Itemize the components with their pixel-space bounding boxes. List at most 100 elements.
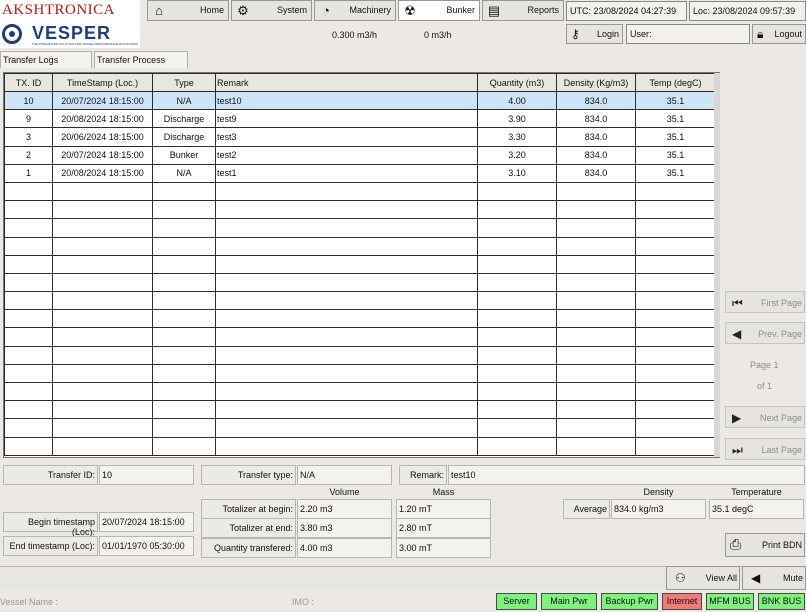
cell-density [556, 291, 636, 311]
company-name: AKSHTRONICA [2, 2, 116, 18]
logout-button[interactable]: 🔒︎ Logout [752, 24, 806, 44]
cell-type [152, 218, 216, 238]
nav-system-button[interactable]: ⚙ System [231, 0, 312, 21]
table-row[interactable] [4, 400, 716, 420]
col-header-txid[interactable]: TX. ID [4, 73, 53, 92]
print-bdn-label: Print BDN [761, 540, 802, 550]
cell-temp: 35.1 [635, 163, 716, 183]
view-all-button[interactable]: ⚇ View All [666, 566, 740, 590]
table-row[interactable] [4, 363, 716, 384]
first-page-button[interactable]: ⏮︎ First Page [725, 291, 805, 313]
print-icon: ⎙ [730, 536, 742, 552]
indicator-mfm-bus: MFM BUS [706, 593, 754, 610]
cell-density [556, 436, 636, 456]
cell-quantity [477, 327, 557, 347]
table-row[interactable] [4, 345, 716, 365]
totalizer-end-mass: 2.80 mT [396, 518, 491, 538]
cell-quantity: 3.30 [477, 127, 557, 147]
cell-quantity: 3.10 [477, 163, 557, 183]
cell-temp [635, 436, 716, 456]
vessel-name-label: Vessel Name : [0, 597, 59, 607]
print-bdn-button[interactable]: ⎙ Print BDN [725, 533, 805, 557]
cell-remark [215, 363, 478, 384]
table-row[interactable]: 3 20/06/2024 18:15:00 Discharge test3 3.30 83… [4, 127, 716, 147]
cell-quantity [477, 381, 557, 402]
table-row[interactable] [4, 218, 716, 238]
next-page-button[interactable]: ▶ Next Page [725, 406, 805, 428]
cell-txid: 10 [4, 90, 53, 111]
first-page-icon: ⏮︎ [732, 296, 743, 310]
cell-quantity: 3.90 [477, 109, 557, 129]
flow-rate-2: 0 m3/h [424, 30, 452, 40]
cell-density: 834.0 [556, 127, 636, 147]
key-icon: ⚷ [571, 27, 580, 41]
nav-home-button[interactable]: ⌂ Home [147, 0, 229, 21]
cell-density [556, 309, 636, 329]
table-row[interactable]: 1 20/08/2024 18:15:00 N/A test1 3.10 834.0 35.… [4, 163, 716, 183]
cell-txid [4, 309, 53, 329]
table-row[interactable] [4, 418, 716, 438]
cell-density: 834.0 [556, 163, 636, 183]
mute-label: Mute [782, 573, 803, 583]
prev-page-icon: ◀ [732, 327, 742, 341]
col-header-timestamp[interactable]: TimeStamp (Loc.) [52, 73, 153, 92]
cell-txid [4, 291, 53, 311]
table-row[interactable] [4, 309, 716, 329]
cell-temp [635, 200, 716, 220]
cell-quantity: 4.00 [477, 90, 557, 111]
cell-txid [4, 327, 53, 347]
cell-remark [215, 345, 478, 365]
col-header-type[interactable]: Type [152, 73, 216, 92]
col-header-quantity[interactable]: Quantity (m3) [477, 73, 557, 92]
cell-quantity [477, 400, 557, 420]
cell-density [556, 400, 636, 420]
prev-page-button[interactable]: ◀ Prev. Page [725, 322, 805, 344]
quantity-transferred-volume: 4.00 m3 [297, 538, 392, 558]
cell-type: N/A [152, 90, 216, 111]
table-row[interactable] [4, 200, 716, 220]
cell-quantity [477, 272, 557, 293]
cell-txid [4, 363, 53, 384]
table-row[interactable] [4, 327, 716, 347]
cell-quantity [477, 309, 557, 329]
tab-transfer-process[interactable]: Transfer Process [94, 51, 188, 68]
begin-timestamp-label: Begin timestamp (Loc): [3, 512, 98, 537]
col-header-remark[interactable]: Remark [215, 73, 478, 92]
table-row[interactable]: 2 20/07/2024 18:15:00 Bunker test2 3.20 834.0… [4, 145, 716, 165]
table-row[interactable] [4, 381, 716, 402]
cell-timestamp [52, 309, 153, 329]
cell-type [152, 363, 216, 384]
table-scrollbar[interactable] [714, 73, 720, 457]
table-row[interactable] [4, 236, 716, 256]
cell-density [556, 200, 636, 220]
table-row[interactable]: 10 20/07/2024 18:15:00 N/A test10 4.00 834.0 3… [4, 90, 716, 111]
table-row[interactable] [4, 291, 716, 311]
cell-type [152, 327, 216, 347]
cell-density [556, 345, 636, 365]
nav-bunker-button[interactable]: ☢ Bunker [398, 0, 480, 21]
imo-label: IMO : [292, 597, 314, 607]
login-button[interactable]: ⚷ Login [566, 24, 623, 44]
last-page-button[interactable]: ⏭︎ Last Page [725, 438, 805, 460]
nav-reports-button[interactable]: ▤ Reports [482, 0, 564, 21]
nav-machinery-button[interactable]: ◔ Machinery [314, 0, 396, 21]
speaker-icon: ◀ [751, 571, 761, 585]
tab-transfer-logs[interactable]: Transfer Logs [0, 51, 92, 68]
cell-quantity [477, 181, 557, 202]
flow-rate-1: 0.300 m3/h [332, 30, 378, 40]
cell-remark [215, 272, 478, 293]
table-row[interactable]: 9 20/08/2024 18:15:00 Discharge test9 3.90 83… [4, 109, 716, 129]
cell-remark [215, 181, 478, 202]
table-row[interactable] [4, 272, 716, 293]
mute-button[interactable]: ◀ Mute [742, 566, 806, 590]
table-row[interactable] [4, 254, 716, 274]
table-row[interactable] [4, 436, 716, 456]
cell-type [152, 181, 216, 202]
cell-remark: test1 [215, 163, 478, 183]
col-header-density[interactable]: Density (Kg/m3) [556, 73, 636, 92]
table-row[interactable] [4, 181, 716, 202]
col-header-temp[interactable]: Temp (degC) [635, 73, 716, 92]
cell-txid [4, 345, 53, 365]
quantity-transferred-label: Quantity transfered: [201, 538, 296, 558]
cell-density: 834.0 [556, 90, 636, 111]
